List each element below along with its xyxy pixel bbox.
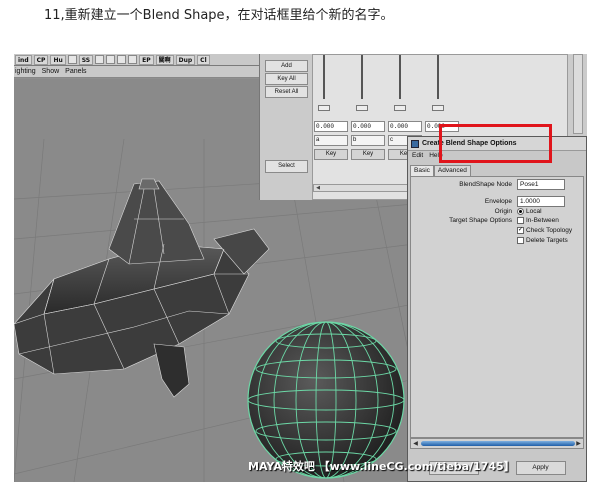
weight-slider-track[interactable] [437, 55, 439, 99]
weight-value-field[interactable]: 0.000 [314, 121, 348, 132]
watermark: MAYA特效吧 【www.lineCG.com/tieba/1745】 [248, 460, 515, 473]
weight-value-field[interactable]: 0.000 [351, 121, 385, 132]
shelf-tab[interactable]: 關啊 [155, 54, 174, 65]
spaceship-mesh[interactable] [14, 178, 270, 398]
viewport-menu-panels[interactable]: Panels [65, 68, 86, 75]
checkbox-icon [517, 237, 524, 244]
blendshape-node-label: BlendShape Node [459, 181, 512, 188]
key-button[interactable]: Key [314, 149, 348, 160]
viewport-menu-lighting[interactable]: ighting [15, 68, 36, 75]
scroll-right-arrow-icon[interactable]: ▶ [574, 439, 583, 448]
dialog-menu-bar: Edit Help [408, 152, 443, 162]
origin-label: Origin [494, 208, 512, 215]
delete-targets-checkbox[interactable]: Delete Targets [517, 237, 568, 244]
shelf-bar: ind CP Hu SS EP 關啊 Dup Cl [14, 54, 259, 66]
check-topology-label: Check Topology [526, 227, 573, 234]
shelf-tool-icon[interactable] [106, 55, 116, 64]
tab-basic[interactable]: Basic [410, 165, 434, 176]
scrollbar-thumb[interactable] [421, 441, 575, 446]
shelf-tab[interactable]: SS [78, 54, 94, 65]
create-blend-shape-options-dialog: Create Blend Shape Options Edit Help Bas… [407, 136, 587, 482]
weight-slider-handle[interactable] [394, 105, 406, 111]
envelope-field[interactable]: 1.0000 [517, 196, 565, 207]
dialog-horizontal-scrollbar[interactable]: ◀ ▶ [410, 438, 584, 449]
radio-selected-icon [517, 208, 524, 215]
shelf-tab[interactable]: Hu [50, 54, 66, 65]
maya-screenshot: ind CP Hu SS EP 關啊 Dup Cl ighting Show P… [14, 54, 587, 482]
tutorial-caption: 11,重新建立一个Blend Shape，在对话框里给个新的名字。 [44, 8, 394, 23]
delete-targets-label: Delete Targets [526, 237, 568, 244]
dialog-tabs: Basic Advanced [410, 165, 471, 176]
shelf-tab[interactable]: Cl [197, 54, 210, 65]
maya-window-icon [411, 139, 419, 148]
target-name-field[interactable]: a [314, 135, 348, 146]
viewport-menu-show[interactable]: Show [42, 68, 60, 75]
weight-slider-track[interactable] [361, 55, 363, 99]
vertical-scrollbar[interactable] [573, 54, 583, 134]
in-between-checkbox[interactable]: In-Between [517, 217, 559, 224]
blendshape-node-field[interactable]: Pose1 [517, 179, 565, 190]
reset-all-button[interactable]: Reset All [265, 86, 308, 98]
envelope-label: Envelope [484, 198, 512, 205]
key-all-button[interactable]: Key All [265, 73, 308, 85]
weight-slider-handle[interactable] [432, 105, 444, 111]
select-button[interactable]: Select [265, 160, 308, 173]
sphere-mesh[interactable] [247, 321, 405, 479]
weight-slider-track[interactable] [323, 55, 325, 99]
apply-button[interactable]: Apply [515, 461, 566, 475]
weight-slider-handle[interactable] [318, 105, 330, 111]
weight-slider-track[interactable] [399, 55, 401, 99]
weight-slider-handle[interactable] [356, 105, 368, 111]
tab-advanced[interactable]: Advanced [433, 165, 471, 176]
add-button[interactable]: Add [265, 60, 308, 72]
shelf-tab[interactable]: CP [33, 54, 49, 65]
shelf-tab[interactable]: ind [15, 54, 32, 65]
key-button[interactable]: Key [351, 149, 385, 160]
shelf-tool-icon[interactable] [128, 55, 138, 64]
origin-local-radio[interactable]: Local [517, 208, 542, 215]
in-between-label: In-Between [526, 217, 559, 224]
scroll-left-arrow-icon[interactable]: ◀ [314, 185, 322, 191]
menu-edit[interactable]: Edit [412, 152, 423, 162]
shelf-tab[interactable]: Dup [175, 54, 196, 65]
checkbox-icon [517, 217, 524, 224]
shelf-tab[interactable]: EP [139, 54, 154, 65]
viewport-menu-bar: ighting Show Panels [14, 66, 259, 78]
dialog-options-body: BlendShape Node Pose1 Envelope 1.0000 Or… [410, 176, 584, 438]
check-topology-checkbox[interactable]: ✓ Check Topology [517, 227, 572, 234]
shelf-tool-icon[interactable] [95, 55, 105, 64]
scroll-left-arrow-icon[interactable]: ◀ [411, 439, 420, 448]
origin-local-label: Local [526, 208, 542, 215]
shelf-tool-icon[interactable] [67, 55, 77, 64]
weight-value-field[interactable]: 0.000 [388, 121, 422, 132]
annotation-highlight-box [439, 124, 552, 163]
target-name-field[interactable]: b [351, 135, 385, 146]
checkbox-checked-icon: ✓ [517, 227, 524, 234]
target-shape-options-label: Target Shape Options [449, 217, 512, 224]
shelf-tool-icon[interactable] [117, 55, 127, 64]
